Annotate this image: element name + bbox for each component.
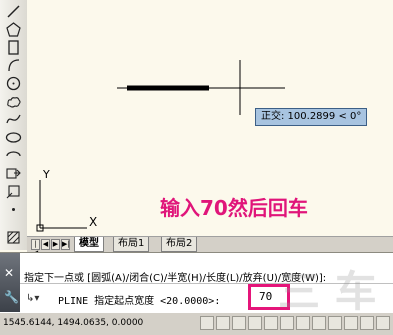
tab-layout1[interactable]: 布局1 [113,237,150,252]
tab-layout2[interactable]: 布局2 [161,237,198,252]
next-tab-button[interactable]: ▶ [51,239,60,250]
hatch-tool-icon[interactable] [3,228,23,246]
point-tool-icon[interactable] [3,200,23,218]
model-space-toggle-icon[interactable] [312,316,326,330]
first-tab-button[interactable]: |◀ [31,239,40,257]
draw-toolbar [0,0,28,250]
status-bar: 1545.6144, 1494.0635, 0.0000 [0,312,393,335]
rectangle-tool-icon[interactable] [3,38,23,56]
coordinate-readout: 1545.6144, 1494.0635, 0.0000 [3,318,144,328]
command-prompt: PLINE 指定起点宽度 <20.0000>: [58,296,221,307]
pan-icon[interactable] [344,316,358,330]
insert-block-icon[interactable] [3,164,23,182]
ucs-x-label: X [89,215,97,229]
toolbar-lock-icon[interactable] [376,316,390,330]
prev-tab-button[interactable]: ◀ [41,239,50,250]
ortho-tooltip: 正交: 100.2899 < 0° [255,108,368,126]
ortho-toggle-icon[interactable] [232,316,246,330]
osnap-toggle-icon[interactable] [264,316,278,330]
snap-toggle-icon[interactable] [200,316,214,330]
revision-cloud-icon[interactable] [3,92,23,110]
tab-model[interactable]: 模型 [74,237,104,252]
quick-view-icon[interactable] [328,316,342,330]
ucs-y-label: Y [42,168,50,181]
watermark-logo: 三 车 [278,267,377,316]
arc-tool-icon[interactable] [3,56,23,74]
polar-toggle-icon[interactable] [248,316,262,330]
make-block-icon[interactable] [3,182,23,200]
instruction-annotation: 输入70然后回车 [160,196,308,220]
command-window-handle[interactable]: ✕ 🔧 [0,253,20,313]
spline-tool-icon[interactable] [3,110,23,128]
polygon-tool-icon[interactable] [3,20,23,38]
wrench-icon[interactable]: 🔧 [4,291,19,303]
circle-tool-icon[interactable] [3,74,23,92]
lineweight-toggle-icon[interactable] [296,316,310,330]
command-arrow-icon: ↳▾ [26,293,40,304]
last-tab-button[interactable]: ▶| [61,239,70,250]
otrack-toggle-icon[interactable] [280,316,294,330]
close-icon[interactable]: ✕ [4,267,14,279]
ellipse-arc-tool-icon[interactable] [3,146,23,164]
ellipse-tool-icon[interactable] [3,128,23,146]
zoom-icon[interactable] [360,316,374,330]
layout-tab-bar: |◀ ◀ ▶ ▶| 模型 布局1 布局2 [27,236,393,257]
grid-toggle-icon[interactable] [216,316,230,330]
line-tool-icon[interactable] [3,2,23,20]
